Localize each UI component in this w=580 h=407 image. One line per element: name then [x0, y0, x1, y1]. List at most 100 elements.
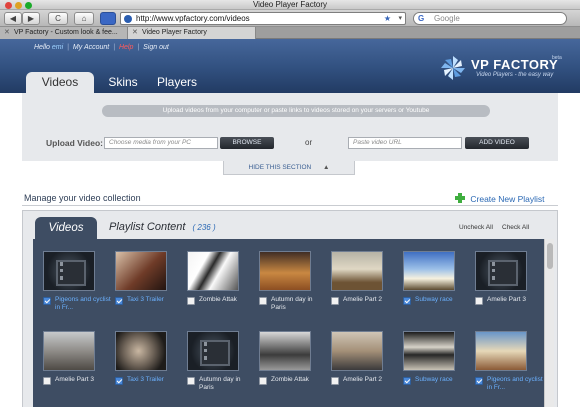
video-thumbnail[interactable]: [115, 251, 167, 291]
video-title[interactable]: Amelie Part 3: [55, 376, 113, 384]
playlist-content-tab[interactable]: Playlist Content ( 236 ): [109, 221, 216, 233]
video-title[interactable]: Autumn day in Paris: [271, 296, 329, 312]
page-favicon-button[interactable]: [100, 12, 116, 25]
greeting-text: Hello: [34, 44, 50, 51]
video-checkbox[interactable]: [475, 377, 483, 385]
scrollbar-thumb[interactable]: [547, 243, 553, 269]
video-thumbnail[interactable]: [403, 331, 455, 371]
video-thumbnail[interactable]: [259, 331, 311, 371]
video-thumbnail[interactable]: [475, 331, 527, 371]
video-thumbnail[interactable]: [43, 331, 95, 371]
browser-tab-2[interactable]: ✕ Video Player Factory: [128, 27, 256, 39]
video-title[interactable]: Amelie Part 2: [343, 376, 401, 384]
video-title[interactable]: Zombie Attak: [271, 376, 329, 384]
reload-button[interactable]: C: [48, 12, 68, 25]
video-checkbox[interactable]: [115, 297, 123, 305]
video-grid: Pigeons and cyclist in Fr... Taxi 3 Trail…: [33, 239, 546, 407]
uncheck-all-link[interactable]: Uncheck All: [459, 224, 493, 231]
help-link[interactable]: Help: [119, 44, 133, 51]
video-checkbox[interactable]: [331, 377, 339, 385]
hide-section-label: HIDE THIS SECTION: [248, 164, 312, 171]
address-bar[interactable]: http://www.vpfactory.com/videos ★ ▾: [120, 12, 406, 25]
logo-pinwheel-icon: [441, 56, 465, 80]
username-link[interactable]: emi: [52, 44, 63, 51]
video-checkbox[interactable]: [259, 377, 267, 385]
video-title[interactable]: Subway race: [415, 376, 473, 384]
video-title[interactable]: Subway race: [415, 296, 473, 304]
url-dropdown-icon[interactable]: ▾: [398, 13, 402, 24]
video-thumbnail[interactable]: [331, 251, 383, 291]
browser-tab-label: VP Factory - Custom look & fee...: [14, 29, 118, 36]
video-checkbox[interactable]: [403, 377, 411, 385]
video-checkbox[interactable]: [259, 297, 267, 305]
video-title[interactable]: Amelie Part 2: [343, 296, 401, 304]
video-title[interactable]: Autumn day in Paris: [199, 376, 257, 392]
back-button[interactable]: ◀: [4, 12, 22, 25]
forward-button[interactable]: ▶: [22, 12, 40, 25]
browse-button[interactable]: BROWSE: [220, 137, 274, 149]
upload-instructions: Upload videos from your computer or past…: [102, 105, 490, 117]
search-input[interactable]: G Google: [413, 12, 567, 25]
close-tab-icon[interactable]: ✕: [132, 27, 138, 39]
videos-panel-tab[interactable]: Videos: [35, 217, 97, 239]
video-checkbox[interactable]: [187, 377, 195, 385]
video-title[interactable]: Taxi 3 Trailer: [127, 376, 185, 384]
plus-icon: [455, 193, 465, 203]
collapse-arrow-icon: ▲: [323, 164, 330, 171]
browser-tab-label: Video Player Factory: [142, 29, 207, 36]
logo-tagline: Video Players - the easy way: [476, 72, 554, 78]
video-checkbox[interactable]: [403, 297, 411, 305]
media-file-input[interactable]: Choose media from your PC: [104, 137, 218, 149]
create-playlist-link[interactable]: Create New Playlist: [455, 193, 545, 204]
beta-badge: beta: [552, 55, 562, 61]
video-url-input[interactable]: Paste video URL: [348, 137, 462, 149]
browser-tab-bar: ✕ VP Factory - Custom look & fee... ✕ Vi…: [0, 27, 580, 39]
bookmark-star-icon[interactable]: ★: [384, 13, 391, 24]
video-title[interactable]: Amelie Part 3: [487, 296, 545, 304]
video-checkbox[interactable]: [475, 297, 483, 305]
close-tab-icon[interactable]: ✕: [4, 27, 10, 39]
vp-factory-logo[interactable]: VP FACTORY Video Players - the easy way …: [440, 55, 564, 83]
video-checkbox[interactable]: [187, 297, 195, 305]
video-title[interactable]: Pigeons and cyclist in Fr...: [55, 296, 113, 312]
video-checkbox[interactable]: [331, 297, 339, 305]
video-placeholder-icon[interactable]: [187, 331, 239, 371]
video-title[interactable]: Zombie Attak: [199, 296, 257, 304]
browser-tab-1[interactable]: ✕ VP Factory - Custom look & fee...: [0, 27, 128, 39]
video-checkbox[interactable]: [115, 377, 123, 385]
video-placeholder-icon[interactable]: [475, 251, 527, 291]
site-favicon-icon: [124, 15, 132, 23]
sign-out-link[interactable]: Sign out: [143, 44, 169, 51]
my-account-link[interactable]: My Account: [73, 44, 109, 51]
add-video-button[interactable]: ADD VIDEO: [465, 137, 529, 149]
video-title[interactable]: Taxi 3 Trailer: [127, 296, 185, 304]
collection-panel: Videos Playlist Content ( 236 ) Uncheck …: [22, 210, 558, 407]
section-divider: [22, 205, 558, 206]
tab-players[interactable]: Players: [150, 72, 204, 93]
video-thumbnail[interactable]: [331, 331, 383, 371]
video-grid-scrollbar[interactable]: [544, 239, 554, 407]
logo-name: VP FACTORY: [471, 57, 559, 72]
video-thumbnail[interactable]: [187, 251, 239, 291]
tab-videos[interactable]: Videos: [26, 72, 94, 93]
video-checkbox[interactable]: [43, 377, 51, 385]
video-placeholder-icon[interactable]: [43, 251, 95, 291]
home-button[interactable]: ⌂: [74, 12, 94, 25]
playlist-count: ( 236 ): [192, 223, 216, 232]
or-label: or: [305, 138, 313, 147]
user-links: Hello emi | My Account | Help | Sign out: [34, 44, 169, 51]
video-thumbnail[interactable]: [115, 331, 167, 371]
video-thumbnail[interactable]: [259, 251, 311, 291]
manage-collection-title: Manage your video collection: [24, 193, 141, 203]
video-title[interactable]: Pigeons and cyclist in Fr...: [487, 376, 545, 392]
video-thumbnail[interactable]: [403, 251, 455, 291]
playlist-content-label: Playlist Content: [109, 221, 186, 233]
window-title: Video Player Factory: [252, 0, 328, 9]
check-all-link[interactable]: Check All: [502, 224, 529, 231]
search-placeholder: Google: [434, 14, 460, 23]
tab-skins[interactable]: Skins: [100, 72, 146, 93]
video-checkbox[interactable]: [43, 297, 51, 305]
hide-section-button[interactable]: HIDE THIS SECTION ▲: [223, 161, 355, 175]
window-titlebar: Video Player Factory: [0, 0, 580, 10]
url-text: http://www.vpfactory.com/videos: [136, 14, 250, 23]
